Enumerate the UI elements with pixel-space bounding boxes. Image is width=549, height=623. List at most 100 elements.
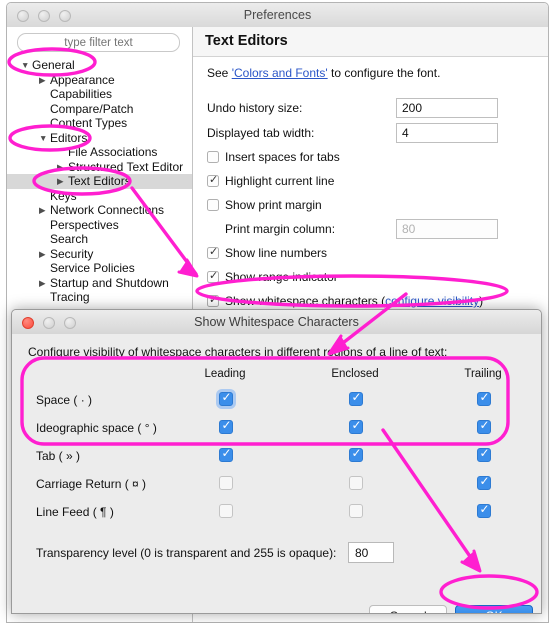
sidebar-item-service-policies[interactable]: Service Policies [7,261,192,276]
sidebar-item-label: Appearance [50,72,115,87]
window-title: Preferences [243,8,312,22]
show-whitespace-characters-dialog: Show Whitespace Characters Configure vis… [11,309,542,614]
print-margin-column-input [396,219,498,239]
column-header-leading: Leading [204,368,246,380]
insert-spaces-for-tabs-label: Insert spaces for tabs [225,150,340,164]
sidebar-item-perspectives[interactable]: Perspectives [7,218,192,233]
sidebar-item-text-editors[interactable]: Text Editors [7,174,192,189]
sidebar-item-security[interactable]: Security [7,247,192,262]
colors-and-fonts-line: See 'Colors and Fonts' to configure the … [207,66,440,80]
content-header: Text Editors [193,27,548,57]
dialog-body: Configure visibility of whitespace chara… [12,334,541,613]
filter-input[interactable] [17,33,180,52]
whitespace-row-label: Line Feed ( ¶ ) [36,505,114,519]
sidebar-item-keys[interactable]: Keys [7,189,192,204]
checkbox-trailing-row-4[interactable] [477,502,491,518]
sidebar-item-network-connections[interactable]: Network Connections [7,203,192,218]
whitespace-row-label: Tab ( » ) [36,449,81,463]
intro-text-before: See [207,66,232,80]
sidebar-item-label: Capabilities [50,87,113,101]
sidebar-item-label: Perspectives [50,217,119,232]
sidebar-item-label: Search [50,232,89,246]
displayed-tab-width-label: Displayed tab width: [207,126,315,140]
checkbox-trailing-row-1[interactable] [477,418,491,434]
sidebar-item-label: Tracing [50,290,90,304]
checkbox-enclosed-row-3[interactable] [349,476,363,490]
sidebar-item-label: Startup and Shutdown [50,275,169,290]
chevron-right-icon[interactable] [39,276,46,291]
sidebar-item-search[interactable]: Search [7,232,192,247]
sidebar-item-label: Editors [50,130,88,145]
chevron-right-icon[interactable] [57,174,64,189]
checkbox-leading-row-1[interactable] [219,418,233,434]
transparency-level-label: Transparency level (0 is transparent and… [36,546,337,560]
sidebar-item-label: Content Types [50,116,128,130]
sidebar-item-label: Keys [50,188,77,203]
highlight-current-line-checkbox[interactable] [207,173,219,187]
sidebar-item-label: File Associations [68,145,158,159]
transparency-level-input[interactable] [348,542,394,563]
whitespace-row-label: Carriage Return ( ¤ ) [36,477,147,491]
ok-button[interactable]: OK [455,605,533,613]
sidebar-item-tracing[interactable]: Tracing [7,290,192,305]
highlight-current-line-label: Highlight current line [225,174,335,188]
sidebar-item-label: General [32,58,75,72]
chevron-right-icon[interactable] [39,73,46,88]
whitespace-text-after: ) [479,294,484,308]
checkbox-trailing-row-0[interactable] [477,390,491,406]
chevron-right-icon[interactable] [39,203,46,218]
configure-visibility-link[interactable]: configure visibility [385,294,479,308]
whitespace-row-label: Ideographic space ( ° ) [36,421,157,435]
sidebar-item-label: Structured Text Editor [68,159,184,174]
sidebar-item-content-types[interactable]: Content Types [7,116,192,131]
show-print-margin-checkbox[interactable] [207,199,219,211]
show-print-margin-label: Show print margin [225,198,322,212]
whitespace-row-label: Space ( · ) [36,393,93,407]
sidebar-item-startup-and-shutdown[interactable]: Startup and Shutdown [7,276,192,291]
checkbox-trailing-row-2[interactable] [477,446,491,462]
displayed-tab-width-input[interactable] [396,123,498,143]
dialog-titlebar: Show Whitespace Characters [12,310,541,335]
show-range-indicator-checkbox[interactable] [207,269,219,283]
sidebar-item-general[interactable]: General [7,58,192,73]
undo-history-size-input[interactable] [396,98,498,118]
checkbox-enclosed-row-0[interactable] [349,390,363,406]
checkbox-enclosed-row-4[interactable] [349,504,363,518]
sidebar-item-compare-patch[interactable]: Compare/Patch [7,102,192,117]
undo-history-size-label: Undo history size: [207,101,303,115]
show-line-numbers-checkbox[interactable] [207,245,219,259]
sidebar-item-label: Service Policies [50,261,135,275]
checkbox-trailing-row-3[interactable] [477,474,491,490]
show-whitespace-characters-checkbox[interactable] [207,293,219,307]
sidebar-item-structured-text-editor[interactable]: Structured Text Editor [7,160,192,175]
insert-spaces-for-tabs-checkbox[interactable] [207,151,219,163]
column-header-enclosed: Enclosed [331,368,379,380]
sidebar-item-file-associations[interactable]: File Associations [7,145,192,160]
sidebar-item-capabilities[interactable]: Capabilities [7,87,192,102]
checkbox-leading-row-2[interactable] [219,446,233,462]
show-range-indicator-label: Show range indicator [225,270,338,284]
checkbox-leading-row-3[interactable] [219,476,233,490]
page-title: Text Editors [205,33,288,49]
sidebar-item-label: Security [50,246,94,261]
column-header-trailing: Trailing [464,368,502,380]
sidebar-item-editors[interactable]: Editors [7,131,192,146]
dialog-description: Configure visibility of whitespace chara… [28,345,448,359]
sidebar-item-label: Text Editors [68,174,131,188]
checkbox-leading-row-0[interactable] [219,390,233,406]
preferences-tree: GeneralAppearanceCapabilitiesCompare/Pat… [7,58,192,305]
checkbox-enclosed-row-2[interactable] [349,446,363,462]
sidebar-item-appearance[interactable]: Appearance [7,73,192,88]
show-line-numbers-label: Show line numbers [225,246,328,260]
whitespace-text-before: Show whitespace characters ( [225,294,386,308]
checkbox-enclosed-row-1[interactable] [349,418,363,434]
sidebar-item-label: Compare/Patch [50,101,134,116]
chevron-down-icon[interactable] [39,131,47,146]
chevron-right-icon[interactable] [57,160,64,175]
cancel-button[interactable]: Cancel [369,605,447,613]
colors-and-fonts-link[interactable]: 'Colors and Fonts' [232,66,328,80]
chevron-down-icon[interactable] [21,58,29,73]
checkbox-leading-row-4[interactable] [219,504,233,518]
sidebar-item-label: Network Connections [50,203,165,217]
chevron-right-icon[interactable] [39,247,46,262]
